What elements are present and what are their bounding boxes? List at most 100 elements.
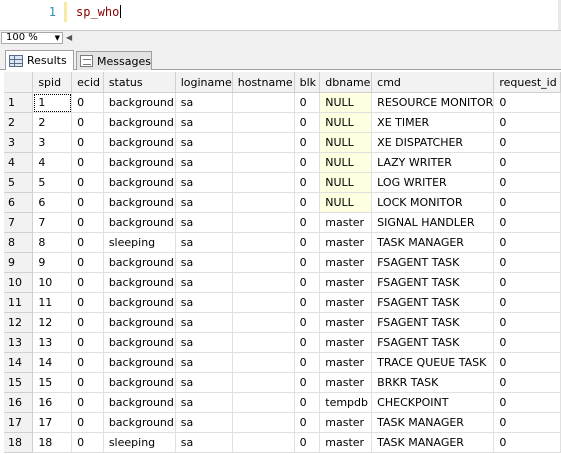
row-number[interactable]: 14 [4, 352, 34, 373]
grid-cell[interactable]: 0 [71, 352, 104, 373]
grid-cell[interactable]: TASK MANAGER [371, 412, 495, 433]
row-number[interactable]: 6 [4, 192, 34, 213]
grid-cell[interactable]: 0 [71, 112, 104, 133]
grid-cell[interactable]: background [103, 112, 176, 133]
grid-cell[interactable]: RESOURCE MONITOR [371, 92, 495, 113]
grid-cell[interactable]: NULL [319, 112, 373, 133]
grid-cell[interactable]: LAZY WRITER [371, 152, 495, 173]
column-header[interactable]: cmd [371, 72, 495, 93]
query-text[interactable]: sp_who [76, 5, 122, 19]
grid-cell[interactable]: sa [175, 132, 233, 153]
grid-cell[interactable]: 0 [493, 432, 561, 453]
row-number[interactable]: 4 [4, 152, 34, 173]
grid-cell[interactable] [232, 172, 295, 193]
row-number[interactable]: 11 [4, 292, 34, 313]
table-row[interactable]: 9 9 0 background sa 0 master FSAGENT TASK 0 [4, 252, 561, 273]
column-header[interactable]: blk [294, 72, 321, 93]
grid-cell[interactable]: master [319, 292, 373, 313]
grid-cell[interactable]: background [103, 252, 176, 273]
grid-cell[interactable]: LOG WRITER [371, 172, 495, 193]
row-number[interactable]: 3 [4, 132, 34, 153]
grid-cell[interactable]: 0 [493, 412, 561, 433]
row-number[interactable]: 9 [4, 252, 34, 273]
column-header[interactable]: status [103, 72, 176, 93]
grid-cell[interactable]: sa [175, 332, 233, 353]
grid-cell[interactable]: CHECKPOINT [371, 392, 495, 413]
grid-cell[interactable]: background [103, 172, 176, 193]
grid-cell[interactable] [232, 192, 295, 213]
table-row[interactable]: 5 5 0 background sa 0 NULL LOG WRITER 0 [4, 172, 561, 193]
grid-cell[interactable]: 8 [32, 232, 73, 253]
table-row[interactable]: 13 13 0 background sa 0 master FSAGENT TASK 0 [4, 332, 561, 353]
grid-cell[interactable]: 0 [71, 172, 104, 193]
grid-cell[interactable]: 15 [32, 372, 73, 393]
grid-cell[interactable] [232, 232, 295, 253]
grid-cell[interactable]: 2 [32, 112, 73, 133]
column-header[interactable]: hostname [232, 72, 295, 93]
grid-cell[interactable]: 4 [32, 152, 73, 173]
grid-cell[interactable] [232, 412, 295, 433]
grid-cell[interactable]: XE TIMER [371, 112, 495, 133]
grid-cell[interactable]: background [103, 292, 176, 313]
table-row[interactable]: 18 18 0 sleeping sa 0 master TASK MANAGER 0 [4, 432, 561, 453]
grid-cell[interactable]: 0 [71, 332, 104, 353]
row-number[interactable]: 17 [4, 412, 34, 433]
grid-cell[interactable]: master [319, 372, 373, 393]
grid-cell[interactable] [232, 332, 295, 353]
grid-cell[interactable]: 14 [32, 352, 73, 373]
grid-cell[interactable]: TRACE QUEUE TASK [371, 352, 495, 373]
grid-cell[interactable]: background [103, 412, 176, 433]
grid-cell[interactable]: sa [175, 432, 233, 453]
grid-cell[interactable]: 13 [32, 332, 73, 353]
grid-cell[interactable]: 0 [493, 352, 561, 373]
table-row[interactable]: 6 6 0 background sa 0 NULL LOCK MONITOR 0 [4, 192, 561, 213]
table-row[interactable]: 16 16 0 background sa 0 tempdb CHECKPOINT 0 [4, 392, 561, 413]
grid-cell[interactable] [232, 112, 295, 133]
table-row[interactable]: 1 1 0 background sa 0 NULL RESOURCE MONITOR 0 [4, 92, 561, 113]
grid-cell[interactable]: background [103, 132, 176, 153]
grid-cell[interactable]: sa [175, 212, 233, 233]
grid-cell[interactable]: BRKR TASK [371, 372, 495, 393]
grid-cell[interactable]: sa [175, 292, 233, 313]
grid-cell[interactable]: background [103, 92, 176, 113]
grid-cell[interactable] [232, 312, 295, 333]
row-number[interactable]: 5 [4, 172, 34, 193]
grid-cell[interactable] [232, 152, 295, 173]
scroll-left-icon[interactable]: ◀ [66, 33, 72, 42]
grid-cell[interactable]: 0 [71, 432, 104, 453]
row-number[interactable]: 8 [4, 232, 34, 253]
grid-cell[interactable]: sleeping [103, 232, 176, 253]
grid-cell[interactable]: FSAGENT TASK [371, 312, 495, 333]
table-row[interactable]: 12 12 0 background sa 0 master FSAGENT TASK 0 [4, 312, 561, 333]
row-number[interactable]: 18 [4, 432, 34, 453]
grid-cell[interactable]: 7 [32, 212, 73, 233]
grid-cell[interactable] [232, 432, 295, 453]
grid-cell[interactable]: sa [175, 172, 233, 193]
grid-cell[interactable]: 0 [294, 292, 321, 313]
grid-cell[interactable]: 0 [493, 92, 561, 113]
grid-cell[interactable]: 12 [32, 312, 73, 333]
grid-cell[interactable]: master [319, 232, 373, 253]
grid-cell[interactable]: background [103, 352, 176, 373]
grid-cell[interactable]: 0 [493, 332, 561, 353]
results-grid[interactable]: spid ecid status loginame hostname blk d… [4, 72, 561, 454]
grid-cell[interactable]: 0 [294, 192, 321, 213]
grid-cell[interactable] [232, 372, 295, 393]
grid-cell[interactable]: FSAGENT TASK [371, 332, 495, 353]
grid-cell[interactable]: 0 [294, 112, 321, 133]
grid-cell[interactable]: background [103, 212, 176, 233]
grid-cell[interactable] [232, 132, 295, 153]
grid-cell[interactable]: sa [175, 392, 233, 413]
grid-cell[interactable]: 0 [493, 232, 561, 253]
grid-cell[interactable]: sa [175, 232, 233, 253]
grid-cell[interactable]: 0 [294, 92, 321, 113]
row-number[interactable]: 10 [4, 272, 34, 293]
grid-cell[interactable]: master [319, 412, 373, 433]
row-number[interactable]: 2 [4, 112, 34, 133]
table-row[interactable]: 3 3 0 background sa 0 NULL XE DISPATCHER 0 [4, 132, 561, 153]
grid-cell[interactable]: FSAGENT TASK [371, 272, 495, 293]
grid-cell[interactable] [232, 272, 295, 293]
table-row[interactable]: 15 15 0 background sa 0 master BRKR TASK 0 [4, 372, 561, 393]
grid-cell[interactable]: 10 [32, 272, 73, 293]
grid-cell[interactable]: 0 [71, 132, 104, 153]
